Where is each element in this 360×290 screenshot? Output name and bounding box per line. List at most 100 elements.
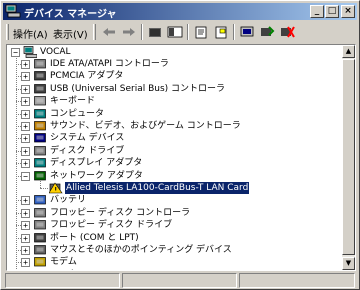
tree-item-label: サウンド、ビデオ、およびゲーム コントローラ xyxy=(50,121,241,131)
tree-item[interactable]: + IDE ATA/ATAPI コントローラ xyxy=(21,58,341,71)
expand-toggle[interactable]: + xyxy=(21,122,30,131)
expand-toggle[interactable]: + xyxy=(21,109,30,119)
tree-item[interactable]: + ポート (COM と LPT) xyxy=(21,232,341,245)
tree-item-label: モデム xyxy=(50,257,77,268)
tree-item-label: ネットワーク アダプタ xyxy=(50,170,143,181)
minimize-button[interactable]: _ xyxy=(310,5,324,18)
floppy-drive-icon xyxy=(34,220,46,230)
tree-item-label: キーボード xyxy=(50,96,96,107)
keyboard-icon xyxy=(34,96,46,106)
tree-item[interactable]: + USB (Universal Serial Bus) コントローラ xyxy=(21,83,341,96)
tree-item-label: モニタ xyxy=(49,269,78,271)
monitor-icon xyxy=(34,269,46,270)
ide-controller-icon xyxy=(34,59,46,69)
mouse-icon xyxy=(34,245,46,255)
battery-icon xyxy=(34,195,46,205)
device-manager-icon xyxy=(5,4,21,18)
tree-item[interactable]: + モデム xyxy=(21,256,341,269)
tree-item[interactable]: + フロッピー ディスク ドライブ xyxy=(21,219,341,232)
maximize-button[interactable]: □ xyxy=(325,5,339,18)
title-bar[interactable]: デバイス マネージャ _ □ × xyxy=(3,3,357,20)
status-pane xyxy=(122,273,237,288)
tree-item[interactable]: + バッテリ xyxy=(21,194,341,207)
scan-hardware-icon[interactable] xyxy=(238,24,256,40)
expand-toggle[interactable]: + xyxy=(21,159,30,169)
computer-icon xyxy=(23,46,37,58)
expand-toggle[interactable]: + xyxy=(21,60,30,69)
tree-item[interactable]: + フロッピー ディスク コントローラ xyxy=(21,207,341,220)
tree-item[interactable]: + ディスプレイ アダプタ xyxy=(21,157,341,170)
tree-child-label: Allied Telesis LA100-CardBus-T LAN Card xyxy=(65,182,250,194)
device-manager-window: デバイス マネージャ _ □ × 操作(A) 表示(V) − VOCAL + I… xyxy=(0,0,360,290)
port-icon xyxy=(34,232,46,242)
show-hide-tree-icon[interactable] xyxy=(166,24,184,40)
menu-action[interactable]: 操作(A) xyxy=(13,26,48,41)
usb-icon xyxy=(34,83,46,94)
tree-item-label: バッテリ xyxy=(50,195,87,206)
device-tree[interactable]: − VOCAL + IDE ATA/ATAPI コントローラ + PCMCIA アダプ… xyxy=(6,44,356,271)
status-pane xyxy=(5,273,120,288)
expand-toggle[interactable]: + xyxy=(21,258,30,268)
root-label: VOCAL xyxy=(40,47,71,57)
tree-item[interactable]: + コンピュータ xyxy=(21,108,341,121)
computer-icon xyxy=(34,108,46,118)
tree-item[interactable]: + システム デバイス xyxy=(21,132,341,145)
tree-item[interactable]: + PCMCIA アダプタ xyxy=(21,70,341,83)
back-arrow-icon[interactable] xyxy=(100,24,118,40)
tree-item[interactable]: + マウスとそのほかのポインティング デバイス xyxy=(21,244,341,257)
tree-item-label: システム デバイス xyxy=(50,133,125,144)
tree-item[interactable]: − ネットワーク アダプタ xyxy=(21,170,341,183)
disk-drive-icon xyxy=(34,145,46,156)
toolbar-grip[interactable] xyxy=(6,24,9,40)
expand-toggle[interactable]: + xyxy=(21,221,30,231)
help-icon[interactable] xyxy=(212,24,230,40)
tree-child-selected[interactable]: Allied Telesis LA100-CardBus-T LAN Card xyxy=(45,182,345,195)
forward-arrow-icon[interactable] xyxy=(120,24,138,40)
tree-item[interactable]: + ディスク ドライブ xyxy=(21,145,341,158)
expand-toggle[interactable]: + xyxy=(21,84,30,94)
tree-item-label: IDE ATA/ATAPI コントローラ xyxy=(50,59,169,69)
tree-item-label: マウスとそのほかのポインティング デバイス xyxy=(50,245,232,255)
floppy-controller-icon xyxy=(34,207,46,218)
up-folder-icon[interactable] xyxy=(146,24,164,40)
sound-icon xyxy=(34,121,46,131)
uninstall-icon[interactable] xyxy=(278,24,296,40)
toolbar-separator-2 xyxy=(187,24,189,40)
expand-toggle[interactable]: + xyxy=(21,146,30,156)
display-adapter-icon xyxy=(34,158,46,168)
scroll-down-button[interactable]: ▼ xyxy=(342,257,355,270)
expand-toggle[interactable]: + xyxy=(21,72,30,82)
expand-toggle[interactable]: + xyxy=(21,208,30,218)
expand-toggle[interactable]: + xyxy=(21,97,30,107)
tree-item-label: フロッピー ディスク ドライブ xyxy=(50,220,173,231)
toolbar-separator xyxy=(141,24,143,40)
tree-item[interactable]: +モニタ xyxy=(21,269,341,271)
expand-toggle[interactable]: + xyxy=(21,233,30,243)
expand-toggle[interactable]: + xyxy=(21,134,30,144)
collapse-toggle[interactable]: − xyxy=(21,171,30,181)
scroll-up-button[interactable]: ▲ xyxy=(342,45,355,58)
menu-view[interactable]: 表示(V) xyxy=(53,26,88,41)
tree-item[interactable]: + キーボード xyxy=(21,95,341,108)
expand-toggle[interactable]: + xyxy=(21,196,30,206)
tree-item-label: PCMCIA アダプタ xyxy=(50,71,124,82)
properties-icon[interactable] xyxy=(192,24,210,40)
system-device-icon xyxy=(34,133,46,143)
scroll-thumb[interactable] xyxy=(342,59,355,255)
expand-toggle[interactable]: + xyxy=(21,246,30,255)
update-driver-icon[interactable] xyxy=(258,24,276,40)
tree-item[interactable]: + サウンド、ビデオ、およびゲーム コントローラ xyxy=(21,120,341,133)
tree-item-label: ディスク ドライブ xyxy=(50,145,125,156)
window-title: デバイス マネージャ xyxy=(24,9,117,20)
toolbar-grip-2[interactable] xyxy=(93,24,96,40)
collapse-toggle[interactable]: − xyxy=(11,48,20,57)
network-card-warning-icon xyxy=(49,182,63,194)
tree-item-label: USB (Universal Serial Bus) コントローラ xyxy=(50,83,226,94)
pcmcia-icon xyxy=(34,71,46,81)
toolbar-separator-3 xyxy=(233,24,235,40)
status-pane xyxy=(239,273,355,288)
close-button[interactable]: × xyxy=(341,5,355,18)
modem-icon xyxy=(34,257,46,267)
tree-connector xyxy=(16,56,17,270)
vertical-scrollbar[interactable]: ▲ ▼ xyxy=(342,45,355,270)
